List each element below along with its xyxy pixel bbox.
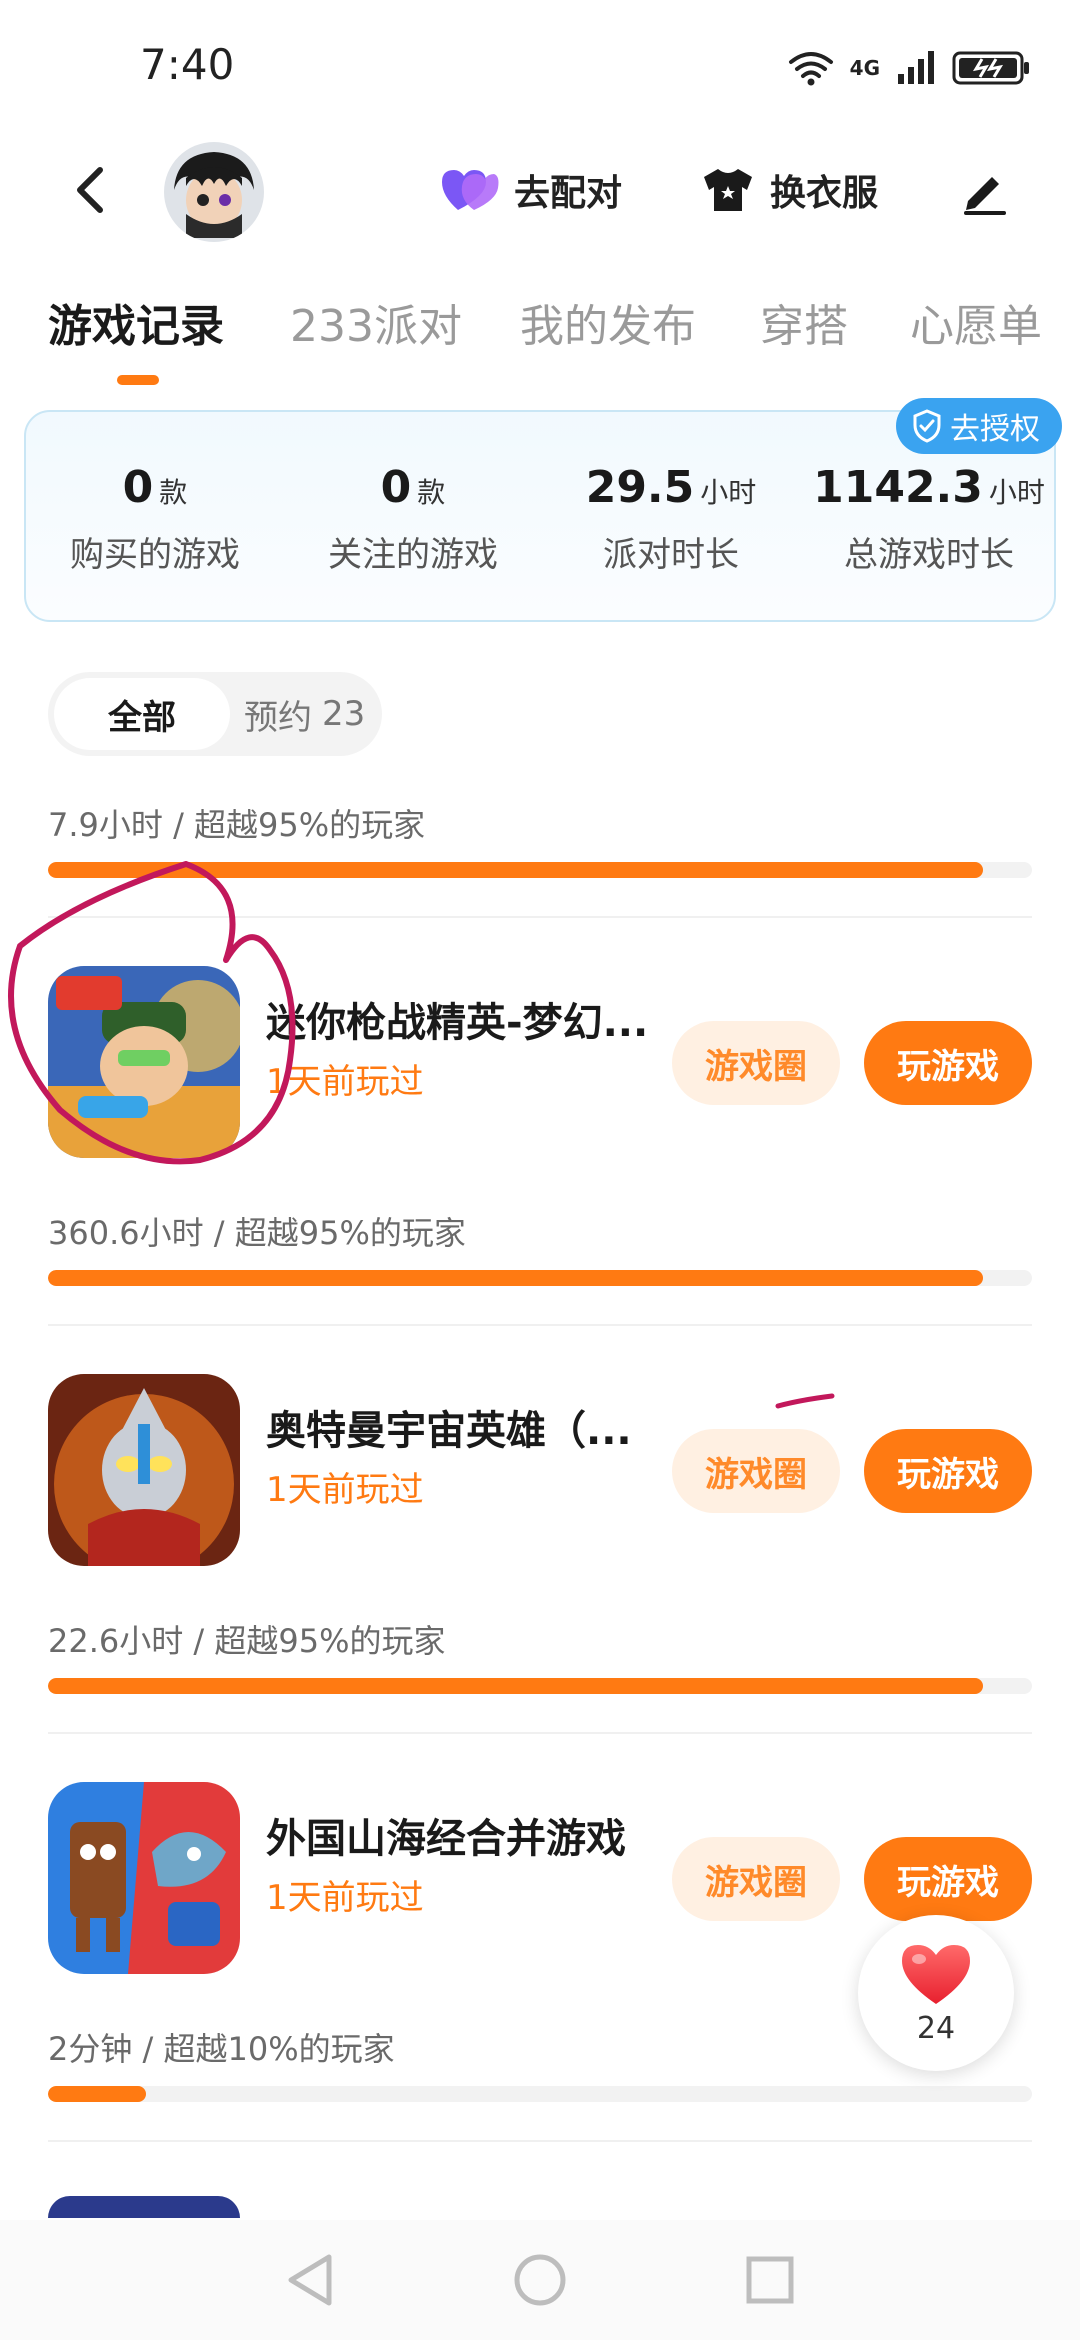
tab-indicator bbox=[117, 375, 159, 385]
stat-unit: 款 bbox=[159, 476, 188, 509]
avatar[interactable] bbox=[164, 142, 264, 242]
game-name: 外国山海经合并游戏 bbox=[266, 1816, 626, 1862]
stat-party-time[interactable]: 29.5 小时 派对时长 bbox=[542, 462, 800, 576]
game-last-played: 1天前玩过 bbox=[266, 1470, 424, 1510]
system-nav-bar bbox=[0, 2220, 1080, 2340]
game-stats: 2分钟 / 超越10%的玩家 bbox=[48, 2030, 395, 2068]
authorize-label: 去授权 bbox=[950, 412, 1040, 447]
game-item: 360.6小时 / 超越95%的玩家 奥特曼宇宙英雄（... 1天前玩过 游戏圈… bbox=[0, 1208, 1080, 1616]
play-game-button[interactable]: 玩游戏 bbox=[864, 1837, 1032, 1921]
tab-outfits[interactable]: 穿搭 bbox=[760, 290, 848, 354]
game-name: 奥特曼宇宙英雄（... bbox=[266, 1408, 632, 1454]
stat-unit: 小时 bbox=[700, 476, 757, 509]
game-circle-button[interactable]: 游戏圈 bbox=[672, 1021, 840, 1105]
play-progress bbox=[48, 1270, 1032, 1286]
status-time: 7:40 bbox=[140, 40, 235, 89]
outfit-label: 换衣服 bbox=[770, 173, 879, 214]
battery-icon bbox=[952, 51, 1029, 85]
edit-button[interactable] bbox=[955, 160, 1015, 220]
status-icons: 4G bbox=[788, 44, 1032, 92]
divider bbox=[48, 2140, 1032, 2142]
match-label: 去配对 bbox=[514, 173, 623, 214]
nav-home-icon bbox=[514, 2254, 566, 2306]
pen-icon bbox=[964, 177, 1006, 215]
game-icon[interactable] bbox=[48, 1782, 240, 1974]
tab-my-posts[interactable]: 我的发布 bbox=[520, 290, 696, 354]
heart-icon bbox=[902, 1944, 970, 2004]
record-filter: 全部 预约 23 bbox=[48, 672, 382, 756]
nav-back-icon bbox=[288, 2254, 332, 2306]
stat-label: 派对时长 bbox=[603, 535, 739, 575]
filter-all[interactable]: 全部 bbox=[54, 678, 230, 750]
play-progress-fill bbox=[48, 2086, 147, 2102]
game-item: 7.9小时 / 超越95%的玩家 迷你枪战精英-梦幻... 1天前玩过 游戏圈 … bbox=[0, 800, 1080, 1208]
shield-check-icon bbox=[913, 409, 941, 443]
play-progress-fill bbox=[48, 1270, 983, 1286]
tab-game-record[interactable]: 游戏记录 bbox=[48, 290, 224, 354]
filter-reserve-count: 23 bbox=[322, 694, 366, 734]
play-progress bbox=[48, 2086, 1032, 2102]
play-progress bbox=[48, 862, 1032, 878]
play-progress-fill bbox=[48, 1678, 983, 1694]
stat-value: 29.5 bbox=[585, 462, 695, 513]
game-cover-ultraman bbox=[48, 1374, 240, 1566]
like-count: 24 bbox=[916, 2010, 956, 2046]
authorize-button[interactable]: 去授权 bbox=[896, 398, 1062, 454]
back-button[interactable] bbox=[60, 160, 120, 220]
game-icon[interactable] bbox=[48, 1374, 240, 1566]
game-name: 迷你枪战精英-梦幻... bbox=[266, 1000, 649, 1046]
stat-label: 关注的游戏 bbox=[328, 535, 498, 575]
match-button[interactable]: 去配对 bbox=[440, 160, 622, 220]
play-game-button[interactable]: 玩游戏 bbox=[864, 1021, 1032, 1105]
profile-tabs: 游戏记录 233派对 我的发布 穿搭 心愿单 bbox=[0, 280, 1080, 390]
game-stats: 22.6小时 / 超越95%的玩家 bbox=[48, 1622, 446, 1660]
game-cover-mini-gun bbox=[48, 966, 240, 1158]
nav-home-button[interactable] bbox=[510, 2250, 570, 2310]
profile-header: 去配对 换衣服 bbox=[0, 130, 1080, 250]
game-last-played: 1天前玩过 bbox=[266, 1062, 424, 1102]
filter-reserve[interactable]: 预约 23 bbox=[244, 678, 365, 750]
stat-unit: 小时 bbox=[988, 476, 1045, 509]
divider bbox=[48, 916, 1032, 918]
filter-reserve-label: 预约 bbox=[244, 697, 312, 738]
nav-recents-icon bbox=[746, 2256, 794, 2304]
game-circle-button[interactable]: 游戏圈 bbox=[672, 1837, 840, 1921]
game-icon[interactable] bbox=[48, 966, 240, 1158]
heart-pair-icon bbox=[442, 170, 499, 210]
play-game-button[interactable]: 玩游戏 bbox=[864, 1429, 1032, 1513]
stat-total-time[interactable]: 1142.3 小时 总游戏时长 bbox=[800, 462, 1058, 576]
game-circle-button[interactable]: 游戏圈 bbox=[672, 1429, 840, 1513]
nav-back-button[interactable] bbox=[280, 2250, 340, 2310]
divider bbox=[48, 1324, 1032, 1326]
stat-unit: 款 bbox=[417, 476, 446, 509]
stat-value: 1142.3 bbox=[813, 462, 983, 513]
wifi-icon bbox=[788, 52, 833, 86]
stat-value: 0 bbox=[122, 462, 154, 513]
status-bar: 7:40 4G bbox=[0, 0, 1080, 130]
stat-label: 总游戏时长 bbox=[844, 535, 1014, 575]
game-stats: 360.6小时 / 超越95%的玩家 bbox=[48, 1214, 466, 1252]
game-last-played: 1天前玩过 bbox=[266, 1878, 424, 1918]
stat-value: 0 bbox=[380, 462, 412, 513]
nav-recents-button[interactable] bbox=[740, 2250, 800, 2310]
stats-card: 去授权 0款 购买的游戏 0款 关注的游戏 29.5 小时 派对时长 1142.3… bbox=[24, 398, 1062, 622]
tab-wishlist[interactable]: 心愿单 bbox=[910, 290, 1042, 354]
game-stats: 7.9小时 / 超越95%的玩家 bbox=[48, 806, 426, 844]
network-label: 4G bbox=[849, 56, 880, 80]
stat-purchased[interactable]: 0款 购买的游戏 bbox=[26, 462, 284, 576]
game-icon-peek bbox=[48, 2196, 240, 2218]
tab-party[interactable]: 233派对 bbox=[290, 290, 462, 354]
divider bbox=[48, 1732, 1032, 1734]
like-button[interactable]: 24 bbox=[858, 1915, 1014, 2071]
play-progress-fill bbox=[48, 862, 983, 878]
stat-label: 购买的游戏 bbox=[70, 535, 240, 575]
tshirt-icon bbox=[704, 169, 752, 211]
back-arrow-icon bbox=[77, 167, 103, 213]
outfit-button[interactable]: 换衣服 bbox=[700, 160, 878, 220]
game-cover-shanhaijing bbox=[48, 1782, 240, 1974]
play-progress bbox=[48, 1678, 1032, 1694]
signal-icon bbox=[898, 51, 934, 84]
avatar-image bbox=[164, 142, 264, 242]
stat-followed[interactable]: 0款 关注的游戏 bbox=[284, 462, 542, 576]
